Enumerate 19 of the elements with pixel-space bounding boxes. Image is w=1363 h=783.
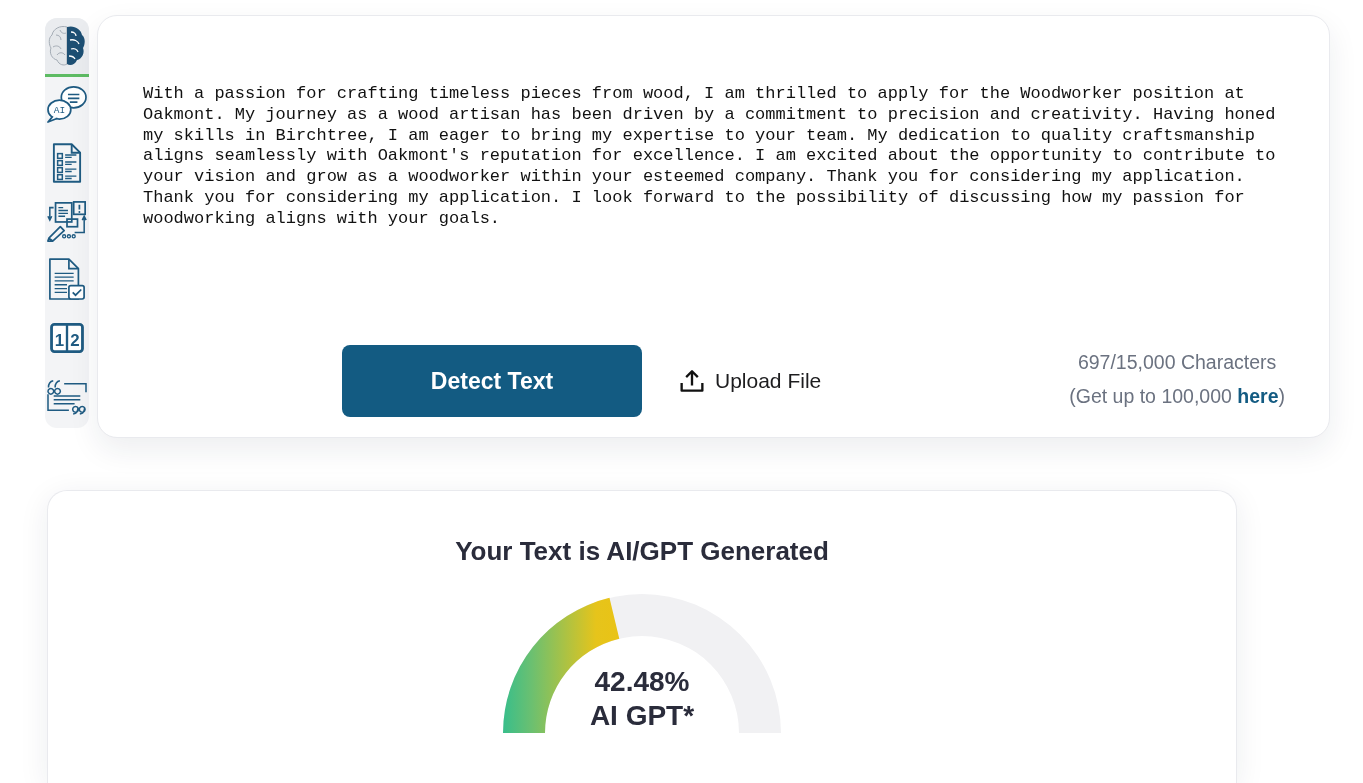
sidebar-tab[interactable]: 1 2: [45, 310, 89, 369]
sidebar-tab[interactable]: AI: [45, 76, 89, 135]
gauge-label: AI GPT*: [589, 699, 695, 733]
character-count: 697/15,000 Characters: [1077, 350, 1277, 375]
text-input[interactable]: With a passion for crafting timeless pieces from wood, I am thrilled to apply for the Woodworker position at Oakmont. My journey as a wood artisan has been driven by a commitment to precision and creativity. Having honed my skills in Birchtree, I am eager to bring my expertise to your team. My dedication to quality craftsmanship aligns seamlessly with Oakmont's reputation for excellence. I am excited about the opportunity to contribute to your vision and grow as a woodworker within your esteemed company. Thank you for considering my application. Thank you for considering my application. I look forward to the possibility of discussing how my passion for woodworking aligns with your goals.: [123, 70, 1309, 332]
upgrade-note: (Get up to 100,000 here): [1069, 384, 1285, 409]
checklist-icon: [52, 141, 82, 184]
sidebar-tab[interactable]: [45, 18, 89, 77]
result-title: Your Text is AI/GPT Generated: [455, 535, 829, 567]
brain-icon: [47, 24, 87, 67]
quote-icon: [46, 377, 88, 416]
numbers-icon: 1 2: [50, 323, 84, 354]
upload-icon: [680, 370, 704, 392]
detect-text-button[interactable]: Detect Text: [342, 345, 642, 417]
document-pencil-icon: [46, 200, 88, 243]
document-check-icon: [48, 256, 86, 303]
upload-file-button[interactable]: Upload File: [680, 369, 822, 393]
upgrade-link[interactable]: here: [1237, 385, 1279, 407]
gauge-reading: 42.48%: [594, 665, 690, 699]
